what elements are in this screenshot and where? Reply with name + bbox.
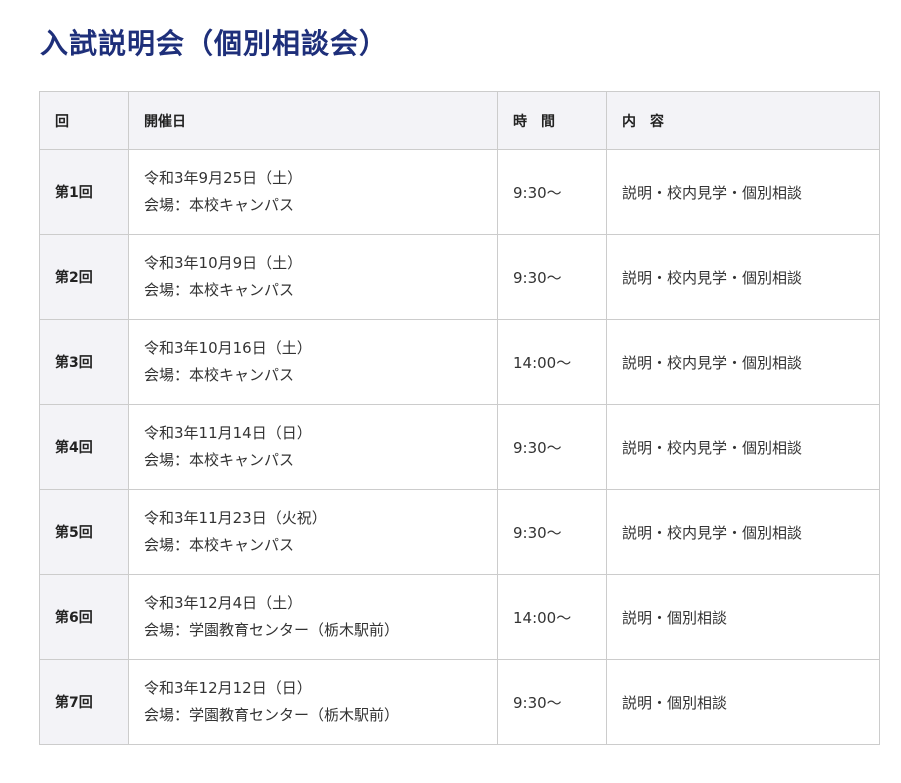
round-cell: 第3回	[39, 319, 129, 405]
content-cell: 説明・校内見学・個別相談	[606, 404, 880, 490]
date-cell: 令和3年10月16日（土） 会場：本校キャンパス	[128, 319, 498, 405]
event-venue: 会場：学園教育センター（栃木駅前）	[144, 706, 400, 724]
page-title: 入試説明会（個別相談会）	[40, 27, 389, 60]
event-venue: 会場：本校キャンパス	[144, 196, 295, 214]
event-date: 令和3年12月4日（土）	[144, 594, 303, 612]
header-content: 内 容	[606, 91, 880, 150]
event-date: 令和3年11月14日（日）	[144, 424, 312, 442]
time-cell: 9:30〜	[497, 659, 607, 745]
round-cell: 第2回	[39, 234, 129, 320]
time-cell: 9:30〜	[497, 489, 607, 575]
event-venue: 会場：本校キャンパス	[144, 451, 295, 469]
time-cell: 9:30〜	[497, 404, 607, 490]
event-venue: 会場：学園教育センター（栃木駅前）	[144, 621, 400, 639]
content-cell: 説明・個別相談	[606, 659, 880, 745]
date-cell: 令和3年12月12日（日） 会場：学園教育センター（栃木駅前）	[128, 659, 498, 745]
event-date: 令和3年10月9日（土）	[144, 254, 303, 272]
content-cell: 説明・校内見学・個別相談	[606, 489, 880, 575]
event-date: 令和3年10月16日（土）	[144, 339, 312, 357]
round-cell: 第4回	[39, 404, 129, 490]
event-venue: 会場：本校キャンパス	[144, 536, 295, 554]
event-venue: 会場：本校キャンパス	[144, 366, 295, 384]
event-venue: 会場：本校キャンパス	[144, 281, 295, 299]
time-cell: 9:30〜	[497, 234, 607, 320]
date-cell: 令和3年10月9日（土） 会場：本校キャンパス	[128, 234, 498, 320]
header-round: 回	[39, 91, 129, 150]
event-date: 令和3年9月25日（土）	[144, 169, 303, 187]
table-header-row: 回 開催日 時 間 内 容	[39, 91, 880, 150]
round-cell: 第1回	[39, 149, 129, 235]
date-cell: 令和3年11月14日（日） 会場：本校キャンパス	[128, 404, 498, 490]
content-cell: 説明・校内見学・個別相談	[606, 319, 880, 405]
round-cell: 第5回	[39, 489, 129, 575]
round-cell: 第6回	[39, 574, 129, 660]
table-row: 第7回 令和3年12月12日（日） 会場：学園教育センター（栃木駅前） 9:30…	[39, 659, 880, 745]
header-time: 時 間	[497, 91, 607, 150]
round-cell: 第7回	[39, 659, 129, 745]
table-row: 第3回 令和3年10月16日（土） 会場：本校キャンパス 14:00〜 説明・校…	[39, 319, 880, 405]
time-cell: 14:00〜	[497, 319, 607, 405]
time-cell: 14:00〜	[497, 574, 607, 660]
header-date: 開催日	[128, 91, 498, 150]
date-cell: 令和3年9月25日（土） 会場：本校キャンパス	[128, 149, 498, 235]
content-cell: 説明・校内見学・個別相談	[606, 149, 880, 235]
time-cell: 9:30〜	[497, 149, 607, 235]
event-date: 令和3年11月23日（火祝）	[144, 509, 327, 527]
date-cell: 令和3年11月23日（火祝） 会場：本校キャンパス	[128, 489, 498, 575]
content-cell: 説明・個別相談	[606, 574, 880, 660]
content-cell: 説明・校内見学・個別相談	[606, 234, 880, 320]
table-row: 第6回 令和3年12月4日（土） 会場：学園教育センター（栃木駅前） 14:00…	[39, 574, 880, 660]
date-cell: 令和3年12月4日（土） 会場：学園教育センター（栃木駅前）	[128, 574, 498, 660]
event-date: 令和3年12月12日（日）	[144, 679, 312, 697]
table-row: 第5回 令和3年11月23日（火祝） 会場：本校キャンパス 9:30〜 説明・校…	[39, 489, 880, 575]
table-row: 第2回 令和3年10月9日（土） 会場：本校キャンパス 9:30〜 説明・校内見…	[39, 234, 880, 320]
table-row: 第1回 令和3年9月25日（土） 会場：本校キャンパス 9:30〜 説明・校内見…	[39, 149, 880, 235]
table-row: 第4回 令和3年11月14日（日） 会場：本校キャンパス 9:30〜 説明・校内…	[39, 404, 880, 490]
schedule-table: 回 開催日 時 間 内 容 第1回 令和3年9月25日（土） 会場：本校キャンパ…	[39, 91, 880, 745]
